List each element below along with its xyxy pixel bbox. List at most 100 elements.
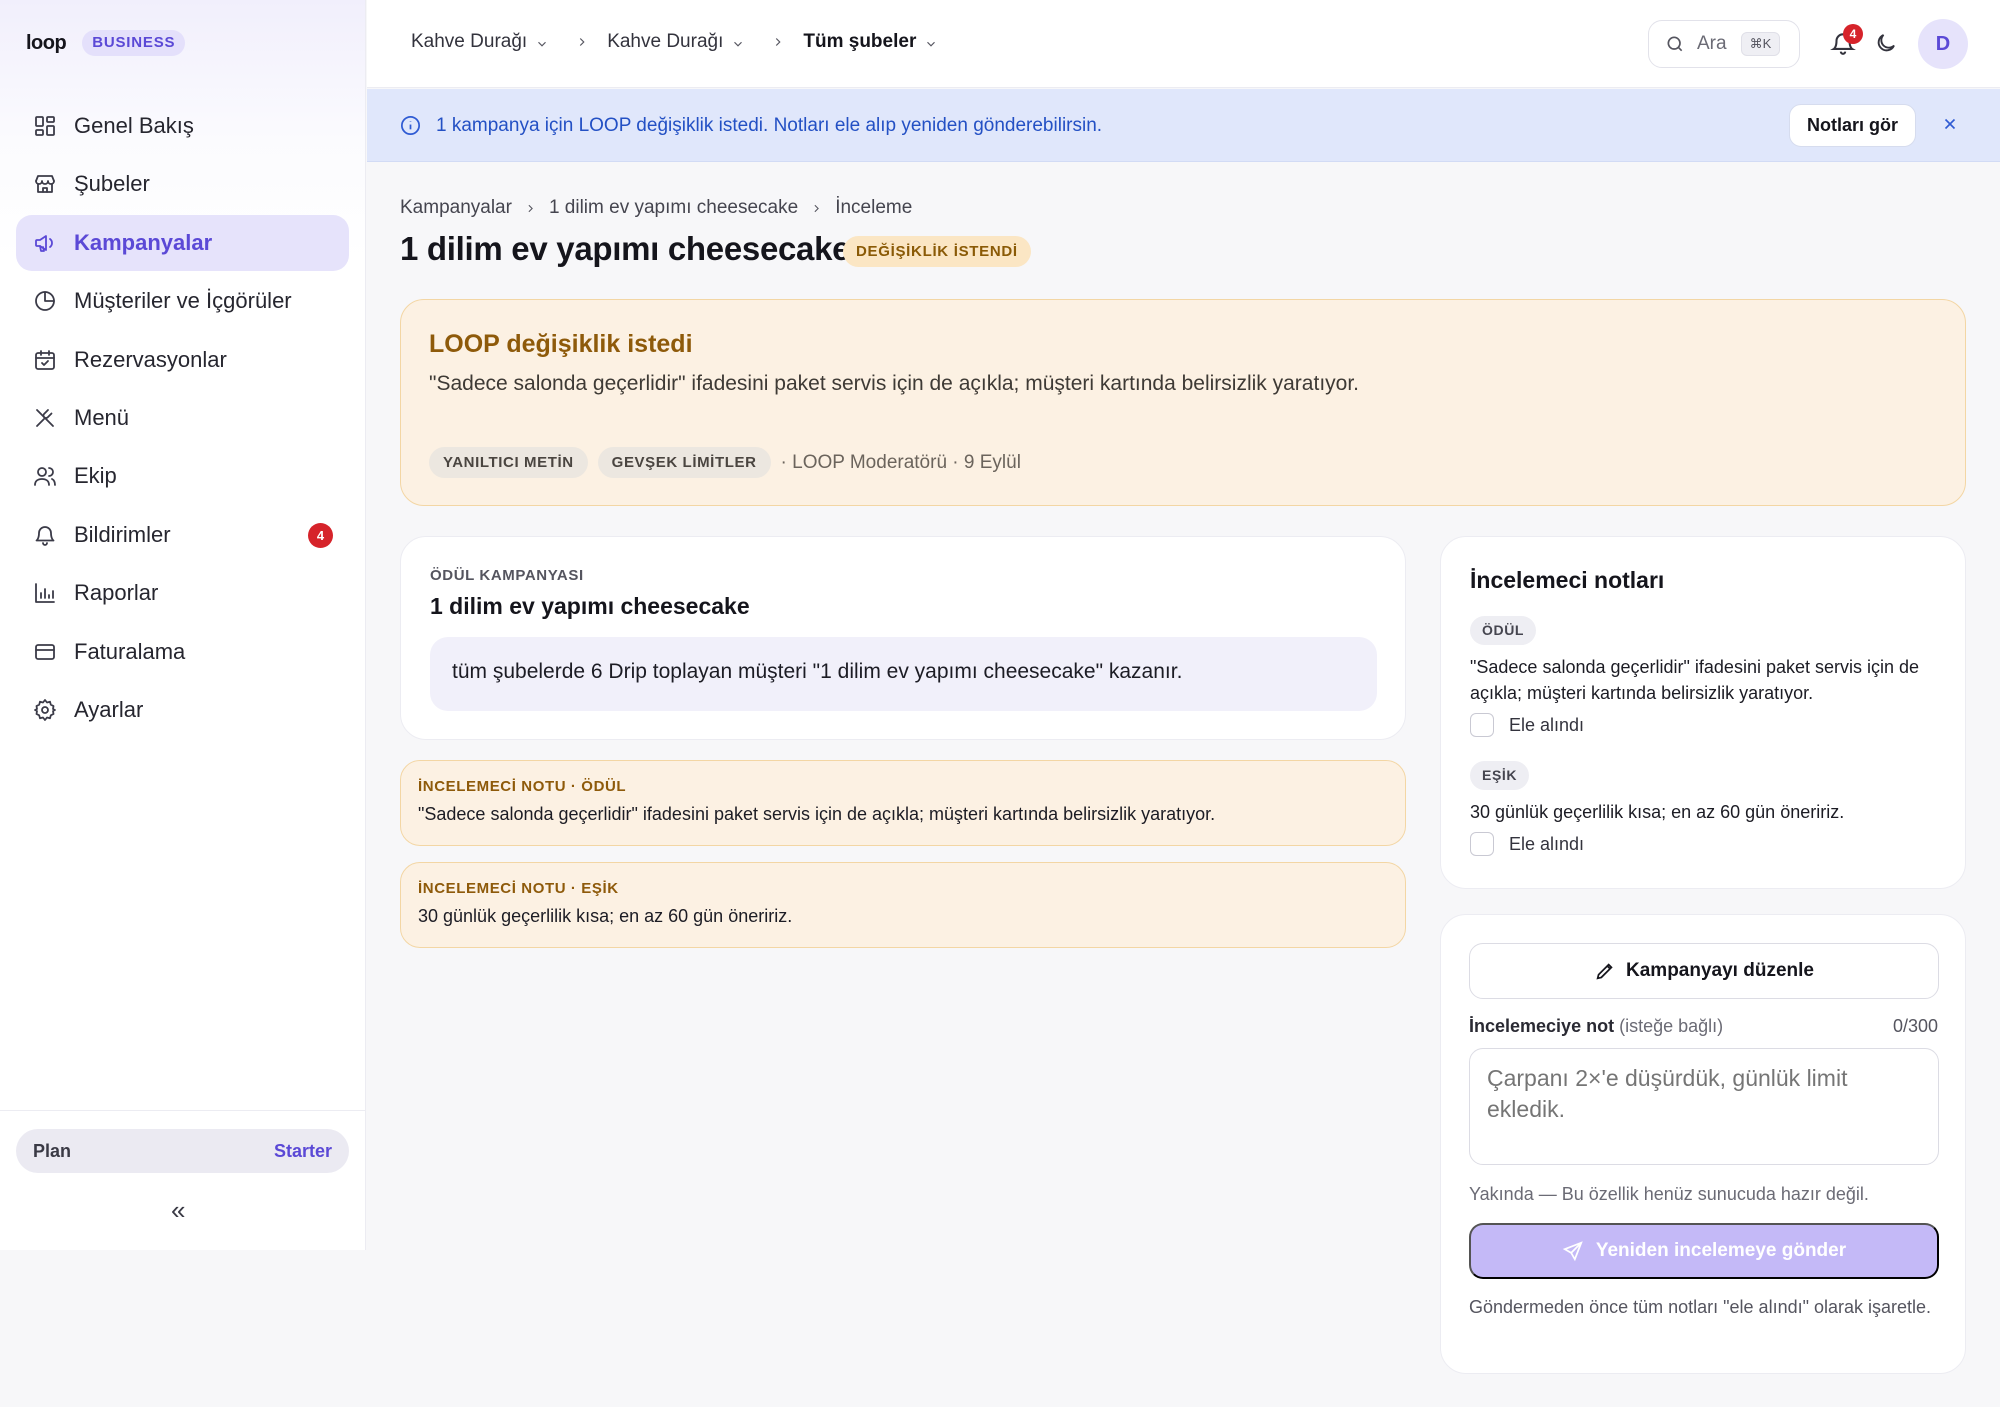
breadcrumb: Kampanyalar 1 dilim ev yapımı cheesecake…	[400, 197, 912, 219]
reviewer-notes-title: İncelemeci notları	[1470, 567, 1665, 593]
sidebar-item-faturalama[interactable]: Faturalama	[16, 624, 349, 680]
search-button[interactable]: Ara ⌘K	[1648, 20, 1800, 68]
sidebar-item-raporlar[interactable]: Raporlar	[16, 565, 349, 621]
business-selector[interactable]: Kahve Durağı	[411, 31, 549, 53]
chevron-right-icon	[524, 202, 537, 215]
chevron-down-icon	[535, 35, 549, 49]
breadcrumb-item-current: İnceleme	[835, 197, 913, 218]
sidebar-item-label: Raporlar	[74, 580, 159, 606]
sidebar-item-label: Ayarlar	[74, 696, 144, 722]
note-kicker: İNCELEMECİ NOTU · EŞİK	[418, 880, 619, 897]
sidebar-item-label: Kampanyalar	[74, 229, 213, 255]
edit-campaign-button[interactable]: Kampanyayı düzenle	[1469, 943, 1939, 999]
search-icon	[1667, 36, 1683, 52]
note-category-pill: EŞİK	[1470, 761, 1530, 790]
banner-message: 1 kampanya için LOOP değişiklik istedi. …	[436, 115, 1103, 136]
note-field-label: İncelemeciye not (isteğe bağlı)	[1469, 1016, 1723, 1037]
feature-unavailable-text: Yakında — Bu özellik henüz sunucuda hazı…	[1469, 1184, 1869, 1204]
note-kicker: İNCELEMECİ NOTU · ÖDÜL	[418, 778, 627, 795]
sidebar-item-label: Şubeler	[74, 171, 150, 197]
breadcrumb-item[interactable]: 1 dilim ev yapımı cheesecake	[549, 197, 798, 219]
sidebar-item-kampanyalar[interactable]: Kampanyalar	[16, 214, 349, 271]
sidebar-item-label: Ekip	[74, 463, 117, 489]
plan-indicator[interactable]: Plan Starter	[16, 1129, 349, 1173]
branch-selector-label: Tüm şubeler	[803, 31, 917, 52]
breadcrumb-item[interactable]: Kampanyalar	[400, 197, 512, 219]
grid-icon	[32, 113, 58, 139]
sidebar-item-ekip[interactable]: Ekip	[16, 448, 349, 504]
chevron-down-icon	[731, 35, 745, 49]
change-request-title: LOOP değişiklik istedi	[429, 330, 693, 358]
issue-tag: GEVŞEK LİMİTLER	[597, 447, 771, 478]
sidebar-item-label: Faturalama	[74, 638, 186, 664]
addressed-checkbox-row[interactable]: Ele alındı	[1470, 713, 1940, 737]
resubmit-label: Yeniden incelemeye gönder	[1595, 1240, 1847, 1261]
note-field-title: İncelemeciye not	[1469, 1016, 1615, 1036]
sidebar-item-label: Genel Bakış	[74, 113, 194, 138]
inline-reviewer-note: İNCELEMECİ NOTU · ÖDÜL "Sadece salonda g…	[400, 760, 1406, 846]
collapse-sidebar-button[interactable]: «	[171, 1195, 185, 1226]
reviewer-note-text: 30 günlük geçerlilik kısa; en az 60 gün …	[1470, 802, 1845, 822]
resubmit-button[interactable]: Yeniden incelemeye gönder	[1469, 1223, 1939, 1279]
search-shortcut: ⌘K	[1740, 32, 1781, 56]
addressed-checkbox-row[interactable]: Ele alındı	[1470, 832, 1940, 856]
sidebar-item-menu[interactable]: Menü	[16, 390, 349, 446]
resubmit-panel: Kampanyayı düzenle İncelemeciye not (ist…	[1440, 914, 1966, 1374]
avatar[interactable]: D	[1918, 19, 1968, 69]
sidebar-item-bildirimler[interactable]: Bildirimler 4	[16, 507, 349, 563]
search-placeholder: Ara	[1697, 33, 1727, 54]
brand[interactable]: loop BUSINESS	[26, 30, 186, 56]
gear-icon	[32, 697, 58, 723]
pencil-icon	[1596, 963, 1613, 980]
change-request-card: LOOP değişiklik istedi "Sadece salonda g…	[400, 299, 1966, 506]
close-icon[interactable]	[1941, 115, 1961, 135]
brand-selector-label: Kahve Durağı	[607, 31, 724, 52]
info-icon	[399, 114, 423, 138]
topbar: Kahve Durağı Kahve Durağı Tüm şubeler Ar…	[367, 0, 2000, 88]
reward-rule: tüm şubelerde 6 Drip toplayan müşteri "1…	[430, 637, 1377, 711]
sidebar-item-musteriler[interactable]: Müşteriler ve İçgörüler	[16, 273, 349, 329]
edit-campaign-label: Kampanyayı düzenle	[1626, 960, 1814, 981]
addressed-label[interactable]: Ele alındı	[1509, 715, 1584, 736]
users-icon	[32, 463, 58, 489]
reviewer-note-item: ÖDÜL "Sadece salonda geçerlidir" ifadesi…	[1470, 616, 1940, 737]
reviewer-note-text: "Sadece salonda geçerlidir" ifadesini pa…	[1470, 657, 1920, 703]
addressed-checkbox[interactable]	[1470, 832, 1494, 856]
theme-toggle-button[interactable]	[1874, 31, 1900, 57]
page-title: 1 dilim ev yapımı cheesecake	[400, 230, 851, 267]
issue-tag: YANILTICI METİN	[429, 447, 588, 478]
notification-count-badge: 4	[308, 522, 333, 548]
sidebar-item-genel-bakis[interactable]: Genel Bakış	[16, 98, 349, 154]
notification-count-badge: 4	[1843, 24, 1863, 44]
chevron-down-icon	[924, 35, 938, 49]
reviewer-note-input[interactable]	[1469, 1048, 1939, 1165]
plan-label: Plan	[33, 1140, 72, 1161]
sidebar-item-label: Müşteriler ve İçgörüler	[74, 288, 292, 314]
store-icon	[32, 171, 58, 197]
credit-card-icon	[32, 639, 58, 665]
change-request-tags: YANILTICI METİN GEVŞEK LİMİTLER · LOOP M…	[429, 447, 1021, 478]
note-text: "Sadece salonda geçerlidir" ifadesini pa…	[418, 804, 1216, 824]
addressed-checkbox[interactable]	[1470, 713, 1494, 737]
reviewer-note-item: EŞİK 30 günlük geçerlilik kısa; en az 60…	[1470, 761, 1940, 856]
calendar-icon	[32, 347, 58, 373]
sidebar-item-ayarlar[interactable]: Ayarlar	[16, 682, 349, 738]
sidebar-item-label: Bildirimler	[74, 521, 171, 547]
reviewer-notes-panel: İncelemeci notları ÖDÜL "Sadece salonda …	[1440, 536, 1966, 889]
moon-icon	[1877, 34, 1895, 52]
notifications-button[interactable]: 4	[1830, 24, 1863, 58]
brand-selector[interactable]: Kahve Durağı	[607, 31, 745, 53]
chevron-right-icon	[575, 35, 589, 49]
sidebar-item-subeler[interactable]: Şubeler	[16, 156, 349, 212]
loop-logo: loop	[26, 31, 67, 54]
addressed-label[interactable]: Ele alındı	[1509, 834, 1584, 855]
view-notes-button[interactable]: Notları gör	[1789, 104, 1917, 147]
branch-selector[interactable]: Tüm şubeler	[803, 31, 938, 53]
plan-value: Starter	[273, 1140, 332, 1161]
bar-chart-icon	[32, 580, 58, 606]
submit-hint: Göndermeden önce tüm notları "ele alındı…	[1469, 1297, 1932, 1317]
pie-chart-icon	[32, 288, 58, 314]
sidebar-item-label: Rezervasyonlar	[74, 346, 227, 372]
bell-icon	[32, 522, 58, 548]
sidebar-item-rezervasyonlar[interactable]: Rezervasyonlar	[16, 332, 349, 388]
